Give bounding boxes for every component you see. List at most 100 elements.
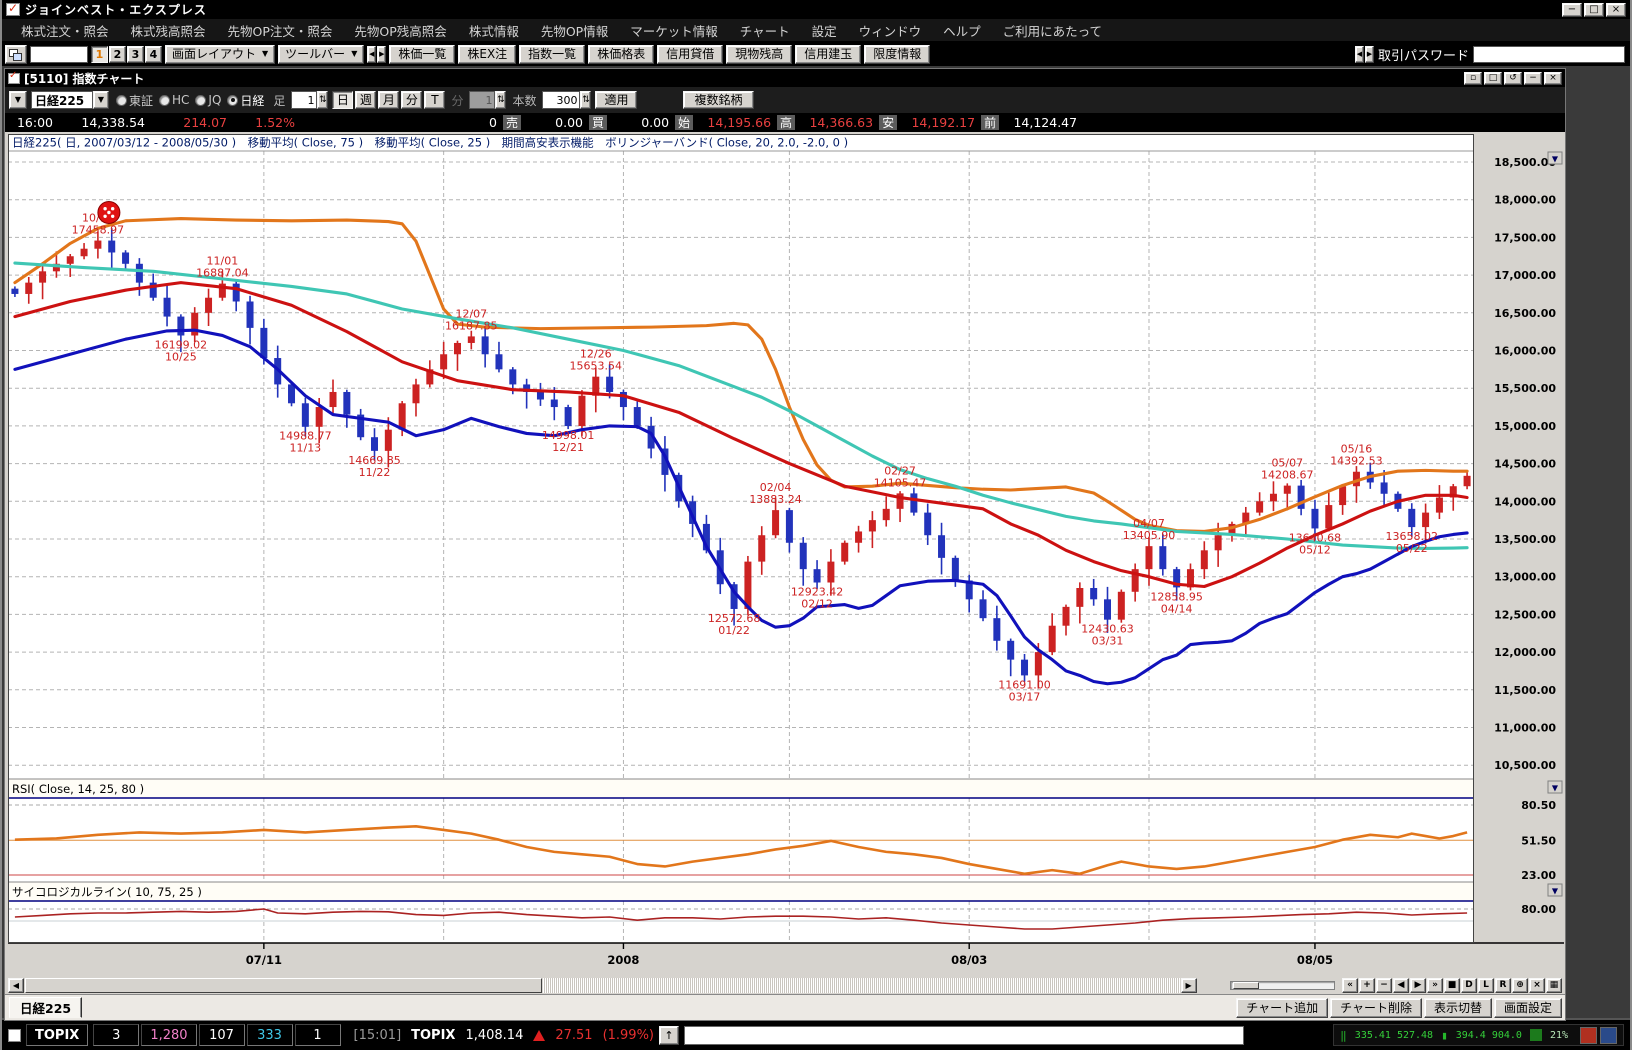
footer-button-画面設定[interactable]: 画面設定: [1494, 998, 1562, 1018]
period-button-月[interactable]: 月: [378, 91, 399, 109]
quote-index-change-pct: (1.99%): [603, 1028, 654, 1043]
chart-nav-button-4[interactable]: ▶: [1410, 978, 1426, 993]
price-chart[interactable]: 18,500.0018,000.0017,500.0017,000.0016,5…: [8, 134, 1564, 973]
multi-symbol-button[interactable]: 複数銘柄: [683, 91, 753, 109]
ask-label: 売: [503, 115, 521, 130]
close-button[interactable]: ×: [1544, 72, 1562, 85]
svg-text:16,500.00: 16,500.00: [1494, 307, 1556, 320]
menu-item-ヘルプ[interactable]: ヘルプ: [932, 21, 992, 40]
windows-icon-button[interactable]: [5, 45, 27, 64]
layout-preset-3[interactable]: 3: [127, 46, 144, 63]
tray-red-icon[interactable]: [1580, 1027, 1597, 1044]
status-input[interactable]: [684, 1026, 1244, 1045]
minimize-button[interactable]: −: [1524, 72, 1542, 85]
hscroll-thumb[interactable]: [25, 978, 542, 993]
layout-preset-1[interactable]: 1: [91, 46, 108, 63]
toolbar-button-信用建玉[interactable]: 信用建玉: [795, 45, 861, 64]
tray-blue-icon[interactable]: [1600, 1027, 1617, 1044]
apply-button[interactable]: 適用: [595, 91, 637, 109]
status-index-name[interactable]: TOPIX: [26, 1024, 88, 1046]
menu-item-先物OP情報[interactable]: 先物OP情報: [530, 21, 619, 40]
svg-text:13,500.00: 13,500.00: [1494, 533, 1556, 546]
bar-count-stepper[interactable]: 300 ⇅: [542, 91, 591, 109]
toolbar-button-信用貸借[interactable]: 信用貸借: [657, 45, 723, 64]
bar-interval-stepper[interactable]: 1 ⇅: [291, 91, 328, 109]
footer-button-表示切替[interactable]: 表示切替: [1424, 998, 1492, 1018]
chart-nav-button-12[interactable]: ▦: [1546, 978, 1562, 993]
toolbar-button-限度情報[interactable]: 限度情報: [864, 45, 930, 64]
menu-item-先物OP残高照会[interactable]: 先物OP残高照会: [343, 21, 457, 40]
toolbar-button-株価格表[interactable]: 株価格表: [588, 45, 654, 64]
layout-button[interactable]: □: [1484, 72, 1502, 85]
footer-button-チャート追加[interactable]: チャート追加: [1236, 998, 1328, 1018]
collapse-left-icon[interactable]: ◀: [367, 46, 376, 63]
chevron-down-icon[interactable]: ▼: [93, 91, 109, 109]
toolbar-button-現物残高[interactable]: 現物残高: [726, 45, 792, 64]
chart-nav-button-8[interactable]: L: [1478, 978, 1494, 993]
tab-nikkei225[interactable]: 日経225: [9, 997, 82, 1018]
period-button-週[interactable]: 週: [355, 91, 376, 109]
menu-item-ウィンドウ[interactable]: ウィンドウ: [848, 21, 933, 40]
toolbar-button-株EX注[interactable]: 株EX注: [458, 45, 516, 64]
spinner-arrows-icon[interactable]: ⇅: [495, 91, 506, 109]
chart-nav-button-0[interactable]: «: [1342, 978, 1358, 993]
chart-nav-button-7[interactable]: D: [1461, 978, 1477, 993]
symbol-search-input[interactable]: [30, 46, 88, 63]
chart-nav-button-9[interactable]: R: [1495, 978, 1511, 993]
market-radio-東証[interactable]: 東証: [116, 92, 153, 109]
chart-nav-button-5[interactable]: »: [1427, 978, 1443, 993]
menu-item-設定[interactable]: 設定: [801, 21, 848, 40]
menu-item-株式情報[interactable]: 株式情報: [458, 21, 530, 40]
toolbar-button-株価一覧[interactable]: 株価一覧: [389, 45, 455, 64]
collapse-right-icon[interactable]: ▶: [377, 46, 386, 63]
menu-item-マーケット情報[interactable]: マーケット情報: [619, 21, 729, 40]
hscroll-track[interactable]: [543, 978, 1180, 993]
chart-nav-button-10[interactable]: ⊕: [1512, 978, 1528, 993]
zoom-slider-thumb[interactable]: [1233, 982, 1259, 989]
screen-layout-dropdown[interactable]: 画面レイアウト▼: [165, 45, 275, 64]
tray-green-icon[interactable]: [1530, 1029, 1542, 1041]
minute-stepper[interactable]: 1 ⇅: [469, 91, 506, 109]
symbol-history-dropdown[interactable]: ▼: [9, 91, 27, 109]
bar-count-label: 本数: [512, 92, 536, 109]
toolbar-button-指数一覧[interactable]: 指数一覧: [519, 45, 585, 64]
chart-nav-button-11[interactable]: ×: [1529, 978, 1545, 993]
expand-up-button[interactable]: ↑: [659, 1026, 679, 1045]
menu-item-株式注文・照会[interactable]: 株式注文・照会: [10, 21, 120, 40]
zoom-slider[interactable]: [1230, 981, 1335, 990]
close-button[interactable]: ×: [1606, 3, 1626, 17]
restore-button[interactable]: ▫: [1464, 72, 1482, 85]
menu-item-先物OP注文・照会[interactable]: 先物OP注文・照会: [217, 21, 344, 40]
refresh-button[interactable]: ↺: [1504, 72, 1522, 85]
market-radio-HC[interactable]: HC: [159, 93, 189, 107]
layout-preset-4[interactable]: 4: [145, 46, 162, 63]
chart-nav-button-6[interactable]: ■: [1444, 978, 1460, 993]
market-radio-日経[interactable]: 日経: [227, 92, 264, 109]
menu-item-ご利用にあたって[interactable]: ご利用にあたって: [992, 21, 1113, 40]
layout-preset-2[interactable]: 2: [109, 46, 126, 63]
collapse-left-icon[interactable]: ◀: [1355, 46, 1364, 63]
spinner-arrows-icon[interactable]: ⇅: [580, 91, 591, 109]
scroll-left-icon[interactable]: ◀: [8, 978, 24, 993]
maximize-button[interactable]: □: [1584, 3, 1604, 17]
toolbar-dropdown[interactable]: ツールバー▼: [278, 45, 364, 64]
chart-nav-button-3[interactable]: ◀: [1393, 978, 1409, 993]
scroll-right-icon[interactable]: ▶: [1181, 978, 1197, 993]
market-radio-JQ[interactable]: JQ: [195, 93, 221, 107]
period-button-T[interactable]: T: [424, 91, 445, 109]
chart-nav-button-1[interactable]: +: [1359, 978, 1375, 993]
collapse-right-icon[interactable]: ▶: [1365, 46, 1374, 63]
chart-footer-buttons: チャート追加チャート削除表示切替画面設定: [1234, 998, 1562, 1018]
spinner-arrows-icon[interactable]: ⇅: [317, 91, 328, 109]
period-button-日[interactable]: 日: [332, 91, 353, 109]
menu-item-チャート[interactable]: チャート: [729, 21, 801, 40]
trade-password-input[interactable]: [1473, 46, 1625, 63]
menu-item-株式残高照会[interactable]: 株式残高照会: [120, 21, 217, 40]
period-button-分[interactable]: 分: [401, 91, 422, 109]
footer-button-チャート削除[interactable]: チャート削除: [1330, 998, 1422, 1018]
chart-nav-button-2[interactable]: −: [1376, 978, 1392, 993]
svg-text:16,000.00: 16,000.00: [1494, 345, 1556, 358]
minimize-button[interactable]: −: [1562, 3, 1582, 17]
status-checkbox[interactable]: [8, 1029, 21, 1042]
symbol-combo[interactable]: 日経225 ▼: [31, 91, 109, 109]
